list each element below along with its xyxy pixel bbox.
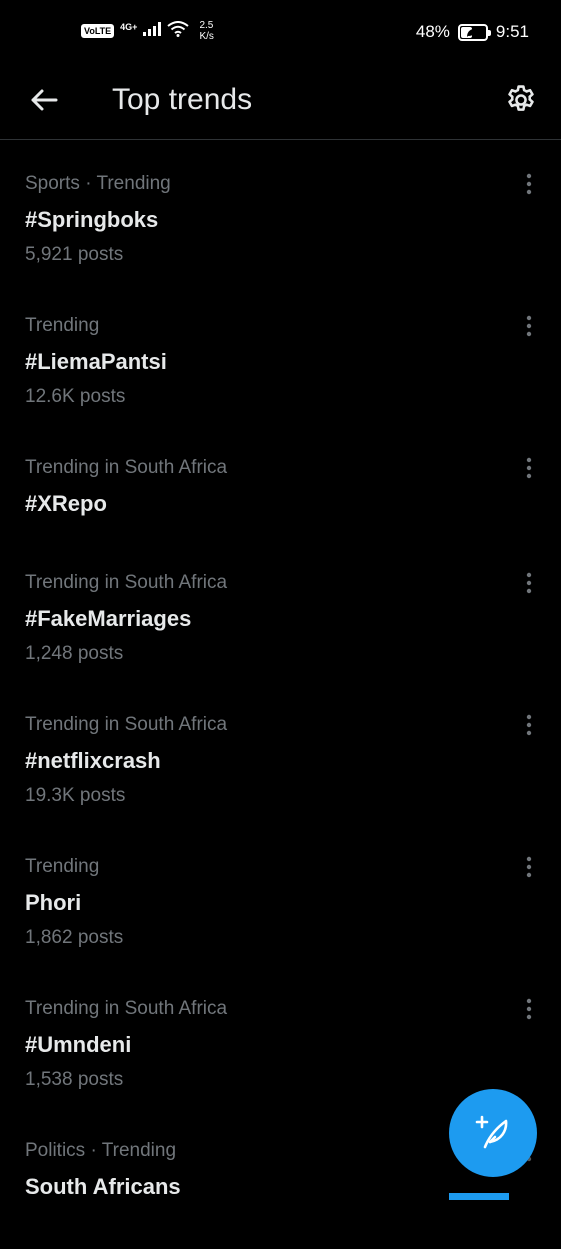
volte-badge: VoLTE bbox=[81, 24, 115, 38]
trend-item[interactable]: Sports · Trending #Springboks 5,921 post… bbox=[0, 140, 561, 282]
arrow-left-icon bbox=[31, 89, 58, 111]
network-speed: 2.5 K/s bbox=[199, 20, 213, 42]
trend-post-count: 1,538 posts bbox=[25, 1069, 124, 1090]
trend-post-count: 1,248 posts bbox=[25, 643, 124, 664]
trend-context: Trending in South Africa bbox=[25, 714, 228, 735]
back-button[interactable] bbox=[24, 80, 64, 120]
battery-icon bbox=[457, 23, 491, 41]
trend-context: Trending in South Africa bbox=[25, 457, 228, 478]
trend-post-count: 5,921 posts bbox=[25, 244, 124, 265]
gear-icon bbox=[508, 85, 534, 111]
network-speed-value: 2.5 bbox=[199, 20, 214, 31]
trend-more-button[interactable] bbox=[517, 456, 541, 480]
clock: 9:51 bbox=[495, 22, 529, 41]
network-speed-unit: K/s bbox=[199, 31, 214, 42]
settings-button[interactable] bbox=[499, 78, 543, 122]
battery-percent: 48% bbox=[415, 22, 450, 41]
trend-name: South Africans bbox=[25, 1174, 181, 1199]
bottom-nav-indicator bbox=[449, 1193, 509, 1200]
more-vertical-icon bbox=[526, 714, 532, 736]
trend-context: Trending in South Africa bbox=[25, 998, 228, 1019]
trend-item[interactable]: Trending #LiemaPantsi 12.6K posts bbox=[0, 282, 561, 424]
trend-post-count: 12.6K posts bbox=[25, 386, 126, 407]
signal-icon bbox=[143, 21, 162, 41]
trend-more-button[interactable] bbox=[517, 172, 541, 196]
trend-name: #Umndeni bbox=[25, 1032, 132, 1057]
trend-name: #LiemaPantsi bbox=[25, 349, 167, 374]
trend-context: Trending bbox=[25, 315, 100, 336]
more-vertical-icon bbox=[526, 998, 532, 1020]
trend-more-button[interactable] bbox=[517, 314, 541, 338]
wifi-icon bbox=[167, 20, 190, 42]
trend-name: #XRepo bbox=[25, 491, 107, 516]
more-vertical-icon bbox=[526, 315, 532, 337]
status-bar-right: 48% 9:51 bbox=[416, 22, 529, 42]
trend-item[interactable]: Trending in South Africa #netflixcrash 1… bbox=[0, 681, 561, 823]
trend-post-count: 19.3K posts bbox=[25, 785, 126, 806]
trend-context: Trending in South Africa bbox=[25, 572, 228, 593]
battery-saver-leaf-icon bbox=[466, 27, 477, 37]
trend-context: Sports · Trending bbox=[25, 173, 171, 194]
trend-name: #Springboks bbox=[25, 207, 159, 232]
more-vertical-icon bbox=[526, 173, 532, 195]
trend-name: #netflixcrash bbox=[25, 748, 161, 773]
compose-feather-icon bbox=[475, 1115, 508, 1149]
trend-item[interactable]: Trending in South Africa #FakeMarriages … bbox=[0, 539, 561, 681]
trend-item[interactable]: Trending Phori 1,862 posts bbox=[0, 823, 561, 965]
status-bar: VoLTE 4G+ 2.5 K/s 48% 9:51 bbox=[0, 0, 561, 66]
more-vertical-icon bbox=[526, 457, 532, 479]
trend-list: Sports · Trending #Springboks 5,921 post… bbox=[0, 140, 561, 1249]
trend-item[interactable]: Trending in South Africa #Umndeni 1,538 … bbox=[0, 965, 561, 1107]
trend-more-button[interactable] bbox=[517, 713, 541, 737]
trend-more-button[interactable] bbox=[517, 997, 541, 1021]
trend-more-button[interactable] bbox=[517, 855, 541, 879]
trend-more-button[interactable] bbox=[517, 571, 541, 595]
trend-name: Phori bbox=[25, 890, 82, 915]
network-type: 4G+ bbox=[120, 22, 138, 32]
trend-context: Politics · Trending bbox=[25, 1140, 177, 1161]
more-vertical-icon bbox=[526, 572, 532, 594]
trend-item[interactable]: Trending in South Africa #XRepo bbox=[0, 424, 561, 539]
trend-name: #FakeMarriages bbox=[25, 606, 192, 631]
trend-post-count: 1,862 posts bbox=[25, 927, 124, 948]
more-vertical-icon bbox=[526, 856, 532, 878]
trend-context: Trending bbox=[25, 856, 100, 877]
status-bar-left: VoLTE 4G+ 2.5 K/s bbox=[81, 20, 214, 42]
compose-post-button[interactable] bbox=[449, 1089, 537, 1177]
page-title: Top trends bbox=[112, 83, 253, 116]
top-app-bar: Top trends bbox=[0, 66, 561, 140]
